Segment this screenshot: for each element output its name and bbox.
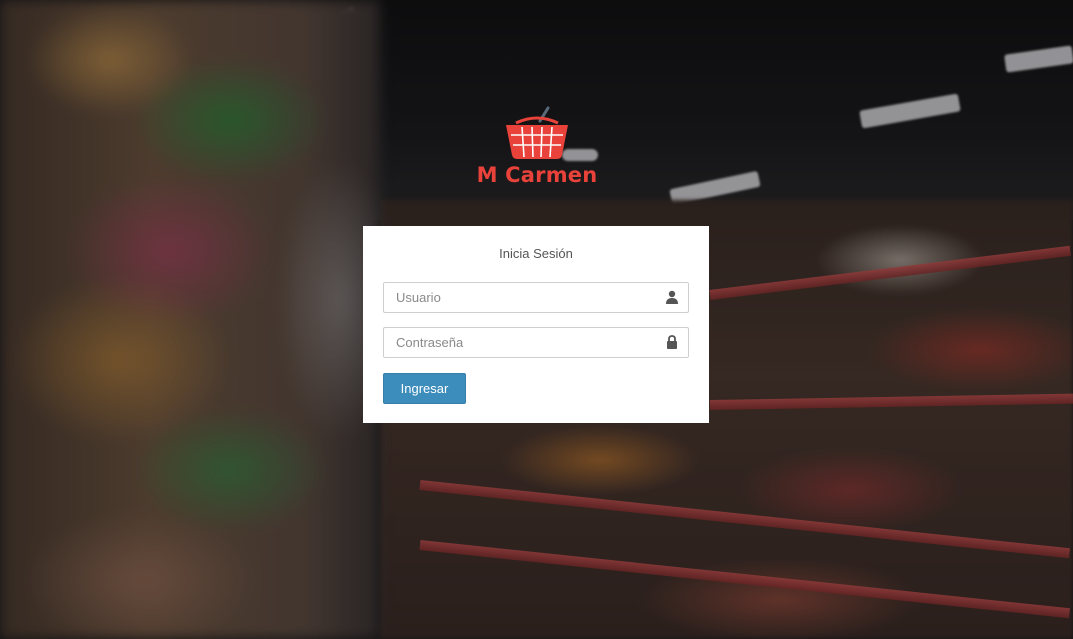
password-field [383,327,689,358]
login-title: Inicia Sesión [499,246,573,261]
shopping-basket-icon [506,106,568,159]
login-card: Inicia Sesión Ingresar [363,226,709,423]
user-icon [666,290,678,304]
username-field [383,282,689,313]
login-page: M Carmen Inicia Sesión Ingresar [0,0,1073,639]
lock-icon [667,335,677,349]
brand-name: M Carmen [476,163,598,187]
password-input[interactable] [384,328,666,357]
login-button[interactable]: Ingresar [383,373,466,404]
username-input[interactable] [384,283,666,312]
brand-logo: M Carmen [470,105,604,187]
